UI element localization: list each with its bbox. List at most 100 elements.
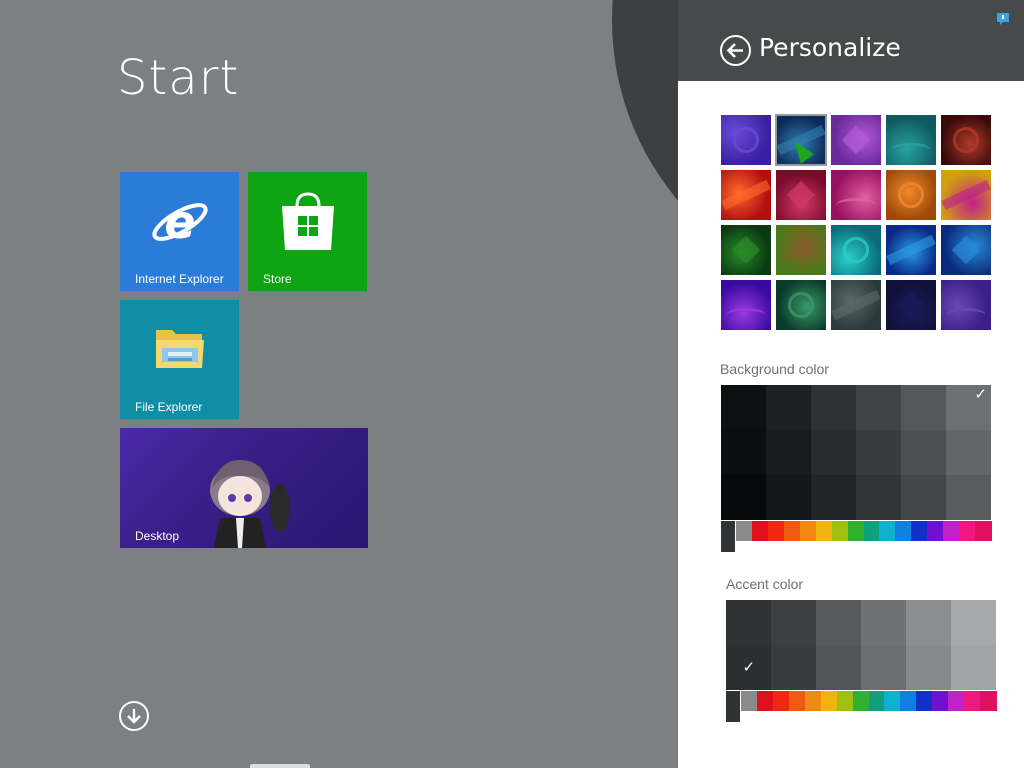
pattern-gray-gears[interactable] [831, 280, 881, 330]
accent-hue-slider[interactable] [726, 691, 997, 722]
svg-text:e: e [164, 195, 195, 249]
accent-shade[interactable] [726, 600, 771, 645]
accent-shade[interactable]: ✓ [726, 645, 771, 690]
pattern-teal-star[interactable] [831, 225, 881, 275]
background-hue-swatch[interactable] [767, 521, 785, 541]
background-hue-swatch[interactable] [799, 521, 817, 541]
pattern-red-swirl[interactable] [721, 170, 771, 220]
pattern-dark-navy[interactable] [886, 280, 936, 330]
personalize-pane: Personalize Background color ✓ Accent co… [678, 0, 1024, 768]
pattern-blue-waves[interactable] [941, 225, 991, 275]
background-hue-swatch[interactable] [975, 521, 992, 541]
background-shade[interactable] [721, 385, 766, 430]
accent-shade-grid: ✓ [726, 600, 996, 690]
background-hue-swatch[interactable] [815, 521, 833, 541]
pattern-dark-red-bird[interactable] [776, 170, 826, 220]
pattern-orange-snail[interactable] [886, 170, 936, 220]
background-shade[interactable] [856, 430, 901, 475]
background-hue-swatch[interactable] [831, 521, 849, 541]
accent-hue-swatch[interactable] [756, 691, 774, 711]
accent-shade[interactable] [951, 645, 996, 690]
accent-hue-swatch[interactable] [788, 691, 806, 711]
accent-shade[interactable] [951, 600, 996, 645]
accent-hue-swatch[interactable] [948, 691, 965, 711]
background-hue-swatch[interactable] [959, 521, 976, 541]
pattern-pink-flowers[interactable] [831, 170, 881, 220]
accent-shade[interactable] [906, 645, 951, 690]
background-hue-swatch[interactable] [751, 521, 769, 541]
accent-hue-swatch[interactable] [980, 691, 997, 711]
background-shade[interactable] [856, 475, 901, 520]
tile-store[interactable]: Store [248, 172, 367, 291]
background-shade[interactable] [946, 430, 991, 475]
accent-hue-swatch[interactable] [884, 691, 901, 711]
background-hue-swatch[interactable] [895, 521, 912, 541]
accent-shade[interactable] [816, 600, 861, 645]
notification-icon[interactable] [996, 12, 1010, 26]
background-hue-swatch[interactable] [783, 521, 801, 541]
background-shade[interactable] [766, 430, 811, 475]
accent-hue-swatch[interactable] [852, 691, 869, 711]
accent-hue-swatch[interactable] [772, 691, 790, 711]
accent-hue-swatch[interactable] [868, 691, 885, 711]
background-hue-swatch[interactable] [736, 521, 753, 541]
pattern-green-leaf[interactable] [721, 225, 771, 275]
background-shade[interactable] [766, 385, 811, 430]
pane-title: Personalize [759, 33, 901, 62]
background-shade[interactable] [946, 475, 991, 520]
background-shade[interactable] [721, 430, 766, 475]
pattern-castle[interactable] [831, 115, 881, 165]
background-shade[interactable] [901, 385, 946, 430]
accent-hue-swatch[interactable] [836, 691, 854, 711]
background-hue-swatch[interactable] [863, 521, 880, 541]
background-shade[interactable] [901, 475, 946, 520]
background-hue-slider[interactable] [721, 521, 992, 552]
accent-hue-thumb[interactable] [726, 691, 740, 722]
background-shade[interactable] [766, 475, 811, 520]
accent-hue-swatch[interactable] [741, 691, 758, 711]
accent-hue-swatch[interactable] [820, 691, 838, 711]
accent-hue-swatch[interactable] [916, 691, 933, 711]
background-shade[interactable]: ✓ [946, 385, 991, 430]
accent-hue-swatch[interactable] [932, 691, 949, 711]
background-shade[interactable] [811, 475, 856, 520]
background-hue-swatch[interactable] [911, 521, 928, 541]
pattern-blue-streak[interactable] [886, 225, 936, 275]
background-hue-swatch[interactable] [943, 521, 960, 541]
pattern-flower-pattern[interactable] [776, 280, 826, 330]
pattern-red-rose[interactable] [941, 115, 991, 165]
start-title: Start [117, 50, 240, 106]
background-shade[interactable] [811, 430, 856, 475]
accent-hue-swatch[interactable] [804, 691, 822, 711]
tile-file-explorer[interactable]: File Explorer [120, 300, 239, 419]
accent-shade[interactable] [861, 645, 906, 690]
pattern-brown-creature[interactable] [776, 225, 826, 275]
background-shade[interactable] [856, 385, 901, 430]
background-shade[interactable] [811, 385, 856, 430]
background-hue-swatch[interactable] [847, 521, 864, 541]
pattern-yellow-magenta[interactable] [941, 170, 991, 220]
accent-shade[interactable] [771, 600, 816, 645]
accent-hue-swatch[interactable] [964, 691, 981, 711]
bottom-handle [250, 764, 310, 768]
background-hue-swatch[interactable] [927, 521, 944, 541]
pattern-anime-character[interactable] [941, 280, 991, 330]
accent-hue-swatch[interactable] [900, 691, 917, 711]
accent-shade[interactable] [906, 600, 951, 645]
pattern-teal-swirls[interactable] [886, 115, 936, 165]
pattern-purple-haze[interactable] [721, 280, 771, 330]
tile-internet-explorer[interactable]: e Internet Explorer [120, 172, 239, 291]
back-button[interactable] [720, 35, 751, 66]
accent-shade[interactable] [771, 645, 816, 690]
accent-shade[interactable] [816, 645, 861, 690]
accent-shade[interactable] [861, 600, 906, 645]
background-shade[interactable] [721, 475, 766, 520]
background-color-label: Background color [720, 361, 829, 377]
store-icon [282, 192, 334, 250]
background-shade[interactable] [901, 430, 946, 475]
all-apps-button[interactable] [119, 701, 149, 731]
pattern-purple-curtain[interactable] [721, 115, 771, 165]
background-hue-swatch[interactable] [879, 521, 896, 541]
background-hue-thumb[interactable] [721, 521, 735, 552]
tile-desktop[interactable]: Desktop [120, 428, 368, 548]
